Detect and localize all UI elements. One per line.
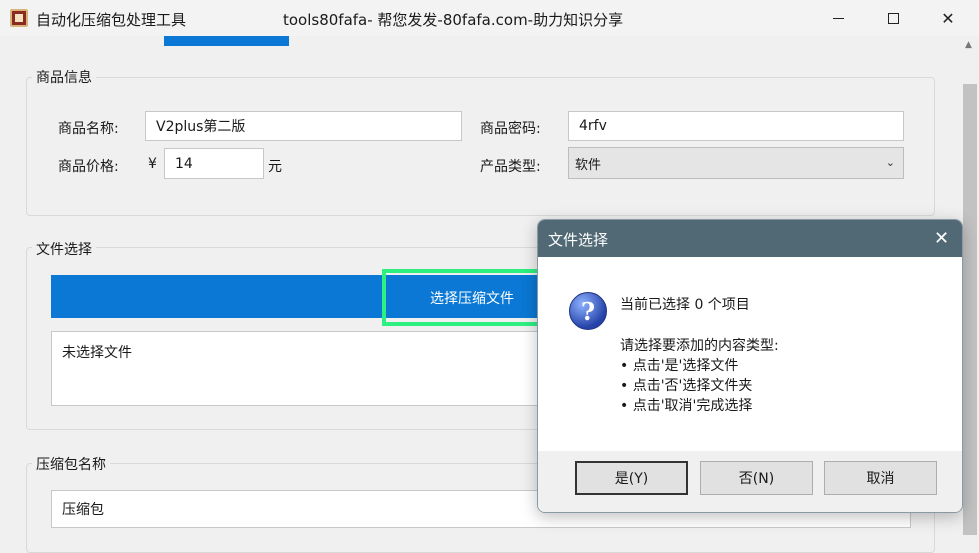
product-type-label: 产品类型: <box>480 159 541 175</box>
scroll-up-icon[interactable]: ▲ <box>965 40 972 50</box>
price-unit: 元 <box>268 159 282 175</box>
minimize-icon <box>832 17 844 19</box>
cancel-button[interactable]: 取消 <box>824 461 937 495</box>
dialog-option-cancel-text: • 点击'取消'完成选择 <box>620 398 753 414</box>
window-title: 自动化压缩包处理工具 <box>36 11 187 29</box>
maximize-icon <box>887 12 899 24</box>
product-name-label: 商品名称: <box>58 121 119 137</box>
close-icon: ✕ <box>934 228 950 249</box>
product-name-input[interactable]: V2plus第二版 <box>145 111 462 141</box>
product-type-value: 软件 <box>575 157 602 173</box>
dialog-count-text: 当前已选择 0 个项目 <box>620 297 750 313</box>
question-icon: ? <box>569 292 607 330</box>
scrollbar-thumb[interactable] <box>963 84 977 535</box>
maximize-button[interactable] <box>870 0 916 36</box>
choose-archive-button[interactable]: 选择压缩文件 <box>382 269 562 326</box>
file-select-dialog: 文件选择 ✕ ? 当前已选择 0 个项目 请选择要添加的内容类型: • 点击'是… <box>537 219 963 513</box>
dialog-prompt-text: 请选择要添加的内容类型: <box>620 338 779 354</box>
close-icon: ✕ <box>941 8 955 28</box>
file-status-text: 未选择文件 <box>62 345 132 361</box>
title-bar: 自动化压缩包处理工具 tools80fafa- 帮您发发-80fafa.com-… <box>0 0 979 36</box>
minimize-button[interactable] <box>815 0 861 36</box>
yes-button[interactable]: 是(Y) <box>575 461 688 495</box>
app-icon <box>10 9 28 27</box>
product-info-title: 商品信息 <box>32 67 96 87</box>
choose-archive-label: 选择压缩文件 <box>430 290 514 307</box>
product-price-label: 商品价格: <box>58 159 119 175</box>
dialog-header: 文件选择 ✕ <box>538 220 962 257</box>
product-type-select[interactable]: 软件 ⌄ <box>568 147 904 179</box>
product-password-input[interactable]: 4rfv <box>568 111 904 141</box>
no-button[interactable]: 否(N) <box>700 461 813 495</box>
chevron-down-icon: ⌄ <box>885 156 895 169</box>
currency-symbol: ¥ <box>148 156 157 172</box>
window-subtitle: tools80fafa- 帮您发发-80fafa.com-助力知识分享 <box>283 11 624 29</box>
product-password-label: 商品密码: <box>480 121 541 137</box>
dialog-title: 文件选择 <box>548 231 609 249</box>
file-select-title: 文件选择 <box>32 239 96 259</box>
tab-indicator[interactable] <box>164 36 289 46</box>
dialog-option-no-text: • 点击'否'选择文件夹 <box>620 378 753 394</box>
dialog-option-yes-text: • 点击'是'选择文件 <box>620 358 739 374</box>
dialog-close-button[interactable]: ✕ <box>934 228 949 249</box>
archive-name-title: 压缩包名称 <box>32 454 110 474</box>
window-close-button[interactable]: ✕ <box>925 0 971 36</box>
product-price-input[interactable]: 14 <box>164 148 264 179</box>
